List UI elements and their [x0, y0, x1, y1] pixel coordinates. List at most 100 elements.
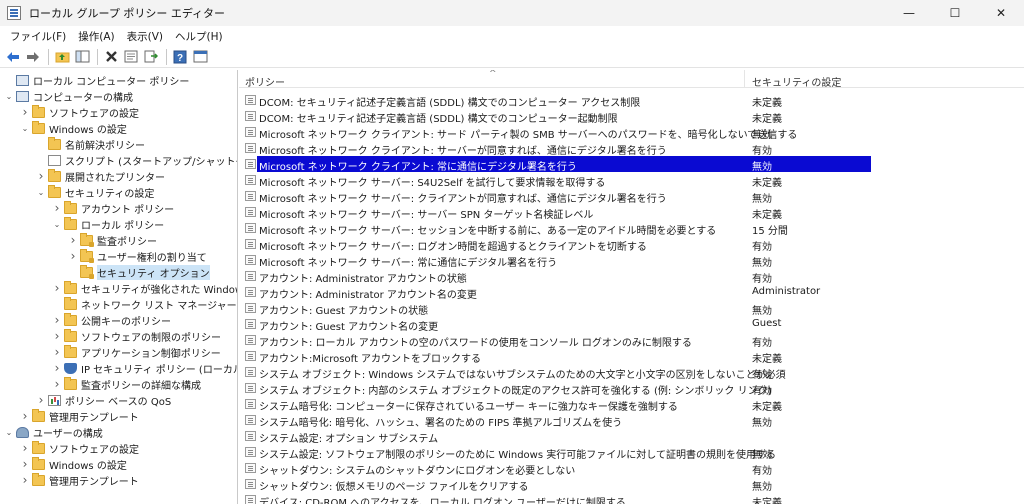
show-tree-icon[interactable] [73, 48, 91, 66]
policy-row[interactable]: システム設定: ソフトウェア制限のポリシーのために Windows 実行可能ファ… [239, 444, 871, 461]
tree-item[interactable]: › アカウント ポリシー [52, 200, 174, 216]
policy-row[interactable]: Microsoft ネットワーク クライアント: サーバーが同意すれば、通信にデ… [239, 140, 871, 157]
tree-item[interactable]: ネットワーク リスト マネージャー ポリシー [52, 296, 237, 312]
chevron-down-icon[interactable]: ⌄ [52, 216, 62, 232]
policy-row[interactable]: システム暗号化: コンピューターに保存されているユーザー キーに強力なキー保護を… [239, 396, 871, 413]
chevron-right-icon[interactable]: › [52, 328, 62, 344]
tree-item[interactable]: › IP セキュリティ ポリシー (ローカル コンピ [52, 360, 237, 376]
policy-row[interactable]: アカウント:Microsoft アカウントをブロックする 未定義 [239, 348, 871, 365]
policy-row[interactable]: システム オブジェクト: Windows システムではないサブシステムのための大… [239, 364, 871, 381]
policy-setting-icon [245, 127, 256, 137]
tree-item[interactable]: › ポリシー ベースの QoS [36, 392, 172, 408]
policy-row[interactable]: アカウント: Administrator アカウントの状態 有効 [239, 268, 871, 285]
tree-item[interactable]: › ソフトウェアの設定 [20, 104, 139, 120]
tree-item[interactable]: スクリプト (スタートアップ/シャットダウン) [36, 152, 237, 168]
chevron-down-icon[interactable]: ⌄ [4, 88, 14, 104]
chevron-down-icon[interactable]: ⌄ [4, 424, 14, 440]
forward-icon[interactable] [24, 48, 42, 66]
chevron-right-icon[interactable]: › [52, 312, 62, 328]
policy-row[interactable]: システム オブジェクト: 内部のシステム オブジェクトの既定のアクセス許可を強化… [239, 380, 871, 397]
tree-item-label: スクリプト (スタートアップ/シャットダウン) [65, 156, 237, 168]
properties-icon[interactable] [122, 48, 140, 66]
menu-action[interactable]: 操作(A) [72, 29, 120, 44]
policy-row[interactable]: Microsoft ネットワーク サーバー: セッションを中断する前に、ある一定… [239, 220, 871, 237]
chevron-right-icon[interactable]: › [20, 456, 30, 472]
window-title: ローカル グループ ポリシー エディター [29, 7, 226, 20]
chevron-right-icon[interactable]: › [52, 344, 62, 360]
chevron-down-icon[interactable]: ⌄ [36, 184, 46, 200]
chevron-right-icon[interactable]: › [20, 440, 30, 456]
tree-item[interactable]: › ソフトウェアの制限のポリシー [52, 328, 221, 344]
policy-row[interactable]: シャットダウン: 仮想メモリのページ ファイルをクリアする 無効 [239, 476, 871, 493]
menu-file[interactable]: ファイル(F) [4, 29, 72, 44]
chevron-right-icon[interactable]: › [20, 408, 30, 424]
tree-item[interactable]: ⌄ セキュリティの設定 [36, 184, 154, 200]
tree-item[interactable]: ⌄ ユーザーの構成 [4, 424, 103, 440]
tree-item[interactable]: › ソフトウェアの設定 [20, 440, 139, 456]
chevron-right-icon[interactable]: › [52, 376, 62, 392]
policy-name: Microsoft ネットワーク クライアント: サード パーティ製の SMB … [259, 130, 798, 141]
policy-row[interactable]: Microsoft ネットワーク サーバー: クライアントが同意すれば、通信にデ… [239, 188, 871, 205]
folder-icon [32, 104, 45, 118]
tree-item[interactable]: ⌄ Windows の設定 [20, 120, 127, 136]
menu-help[interactable]: ヘルプ(H) [169, 29, 229, 44]
policy-name: アカウント: ローカル アカウントの空のパスワードの使用をコンソール ログオンの… [259, 338, 692, 349]
chevron-right-icon[interactable]: › [36, 168, 46, 184]
tree-item[interactable]: ⌄ ローカル ポリシー [52, 216, 164, 232]
chevron-right-icon[interactable]: › [36, 392, 46, 408]
policy-name: Microsoft ネットワーク サーバー: セッションを中断する前に、ある一定… [259, 226, 717, 237]
view-icon[interactable] [191, 48, 209, 66]
help-icon[interactable]: ? [171, 48, 189, 66]
tree-item[interactable]: セキュリティ オプション [68, 264, 210, 280]
tree-item[interactable]: › Windows の設定 [20, 456, 127, 472]
policy-row[interactable]: アカウント: ローカル アカウントの空のパスワードの使用をコンソール ログオンの… [239, 332, 871, 349]
tree-item[interactable]: ⌄ コンピューターの構成 [4, 88, 133, 104]
policy-row[interactable]: アカウント: Guest アカウントの状態 無効 [239, 300, 871, 317]
policy-row[interactable]: デバイス: CD-ROM へのアクセスを、ローカル ログオン ユーザーだけに制限… [239, 492, 871, 504]
tree-item[interactable]: › 公開キーのポリシー [52, 312, 171, 328]
policy-row[interactable]: Microsoft ネットワーク サーバー: 常に通信にデジタル署名を行う 無効 [239, 252, 871, 269]
column-header-setting[interactable]: セキュリティの設定 [752, 74, 841, 89]
tree-item[interactable]: 名前解決ポリシー [36, 136, 145, 152]
chevron-right-icon[interactable]: › [20, 104, 30, 120]
tree-item[interactable]: › アプリケーション制御ポリシー [52, 344, 221, 360]
chevron-right-icon[interactable]: › [52, 200, 62, 216]
policy-row[interactable]: Microsoft ネットワーク サーバー: ログオン時間を超過するとクライアン… [239, 236, 871, 253]
close-button[interactable]: ✕ [978, 0, 1024, 26]
tree-item[interactable]: › 監査ポリシーの詳細な構成 [52, 376, 201, 392]
delete-icon[interactable] [102, 48, 120, 66]
tree-item[interactable]: › セキュリティが強化された Windows D [52, 280, 237, 296]
chevron-right-icon[interactable]: › [52, 280, 62, 296]
chevron-right-icon[interactable]: › [20, 472, 30, 488]
chevron-right-icon[interactable]: › [68, 232, 78, 248]
policy-row[interactable]: Microsoft ネットワーク クライアント: 常に通信にデジタル署名を行う 無… [239, 156, 871, 173]
policy-row[interactable]: Microsoft ネットワーク サーバー: サーバー SPN ターゲット名検証… [239, 204, 871, 221]
policy-row[interactable]: アカウント: Guest アカウント名の変更 Guest [239, 316, 871, 333]
chevron-right-icon[interactable]: › [52, 360, 62, 376]
policy-row[interactable]: DCOM: セキュリティ記述子定義言語 (SDDL) 構文でのコンピューター ア… [239, 92, 871, 109]
policy-row[interactable]: システム設定: オプション サブシステム [239, 428, 871, 445]
tree-item[interactable]: › ユーザー権利の割り当て [68, 248, 207, 264]
minimize-button[interactable]: — [886, 0, 932, 26]
tree-item[interactable]: ローカル コンピューター ポリシー [4, 72, 189, 88]
policy-row[interactable]: Microsoft ネットワーク サーバー: S4U2Self を試行して要求情… [239, 172, 871, 189]
maximize-button[interactable]: ☐ [932, 0, 978, 26]
column-divider[interactable] [744, 70, 745, 88]
tree-item[interactable]: › 管理用テンプレート [20, 408, 139, 424]
policy-row[interactable]: アカウント: Administrator アカウント名の変更 Administra… [239, 284, 871, 301]
policy-row[interactable]: Microsoft ネットワーク クライアント: サード パーティ製の SMB … [239, 124, 871, 141]
tree-item[interactable]: › 監査ポリシー [68, 232, 157, 248]
policy-row[interactable]: シャットダウン: システムのシャットダウンにログオンを必要としない 有効 [239, 460, 871, 477]
policy-row[interactable]: DCOM: セキュリティ記述子定義言語 (SDDL) 構文でのコンピューター起動… [239, 108, 871, 125]
policy-setting-icon [245, 399, 256, 409]
column-header-policy[interactable]: ポリシー [245, 74, 285, 89]
policy-row[interactable]: システム暗号化: 暗号化、ハッシュ、署名のための FIPS 準拠アルゴリズムを使… [239, 412, 871, 429]
export-icon[interactable] [142, 48, 160, 66]
tree-item[interactable]: › 展開されたプリンター [36, 168, 165, 184]
chevron-right-icon[interactable]: › [68, 248, 78, 264]
back-icon[interactable] [4, 48, 22, 66]
tree-item[interactable]: › 管理用テンプレート [20, 472, 139, 488]
menu-view[interactable]: 表示(V) [121, 29, 169, 44]
up-folder-icon[interactable] [53, 48, 71, 66]
chevron-down-icon[interactable]: ⌄ [20, 120, 30, 136]
